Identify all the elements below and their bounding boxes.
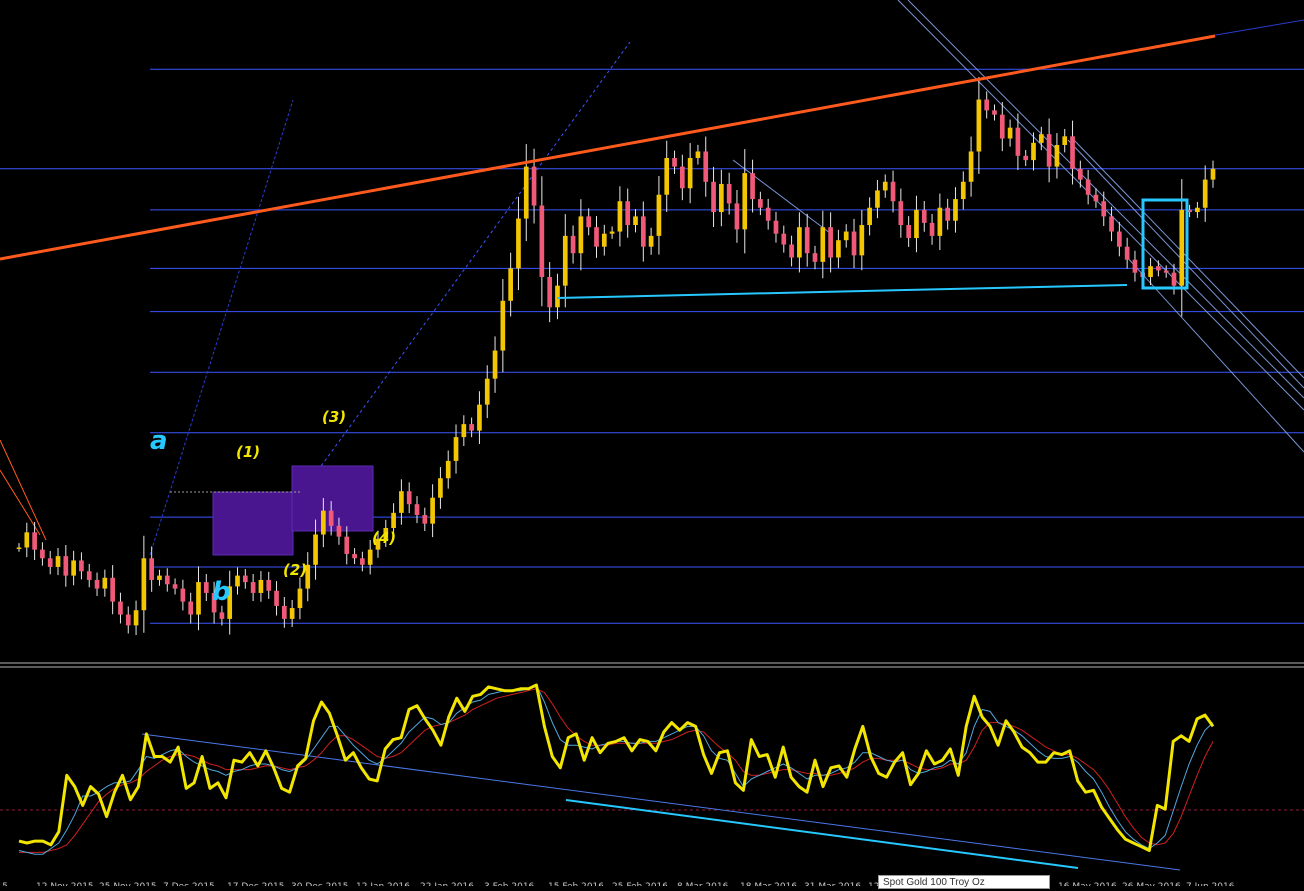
- corrective-label-b: b: [212, 577, 231, 607]
- x-tick-label: 26 May 2016: [1122, 882, 1181, 886]
- x-tick-label: 17 Dec 2015: [227, 882, 285, 886]
- symbol-tooltip: Spot Gold 100 Troy Oz: [878, 875, 1050, 889]
- wave-label-4: (4): [372, 529, 396, 547]
- price-chart[interactable]: (1) (2) (3) (4) a b 2015 12 Nov 2015 25 No…: [0, 0, 1304, 891]
- x-tick-label: 25 Feb 2016: [612, 882, 668, 886]
- x-tick-label: 3 Feb 2016: [484, 882, 535, 886]
- x-tick-label: 31 Mar 2016: [804, 882, 861, 886]
- x-tick-label: 7 Jun 2016: [1186, 882, 1235, 886]
- wave-label-2: (2): [283, 561, 307, 579]
- x-tick-label: 7 Dec 2015: [163, 882, 215, 886]
- x-tick-label: 12 Nov 2015: [36, 882, 94, 886]
- wave-label-1: (1): [236, 443, 260, 461]
- x-tick-label: 25 Nov 2015: [99, 882, 157, 886]
- x-tick-label: 8 Mar 2016: [677, 882, 729, 886]
- chart-root: (1) (2) (3) (4) a b 2015 12 Nov 2015 25 No…: [0, 0, 1304, 891]
- x-tick-label: 22 Jan 2016: [420, 882, 474, 886]
- x-tick-label: 12 Jan 2016: [356, 882, 410, 886]
- chart-background: [0, 0, 1304, 886]
- x-tick-label: 18 Mar 2016: [740, 882, 797, 886]
- x-tick-label: 15 Feb 2016: [548, 882, 604, 886]
- x-tick-label: 16 May 2016: [1058, 882, 1117, 886]
- x-tick-label: 30 Dec 2015: [291, 882, 349, 886]
- range-box-1: [212, 491, 294, 556]
- x-tick-label: 2015: [0, 882, 8, 886]
- corrective-label-a: a: [150, 426, 168, 456]
- wave-label-3: (3): [322, 408, 346, 426]
